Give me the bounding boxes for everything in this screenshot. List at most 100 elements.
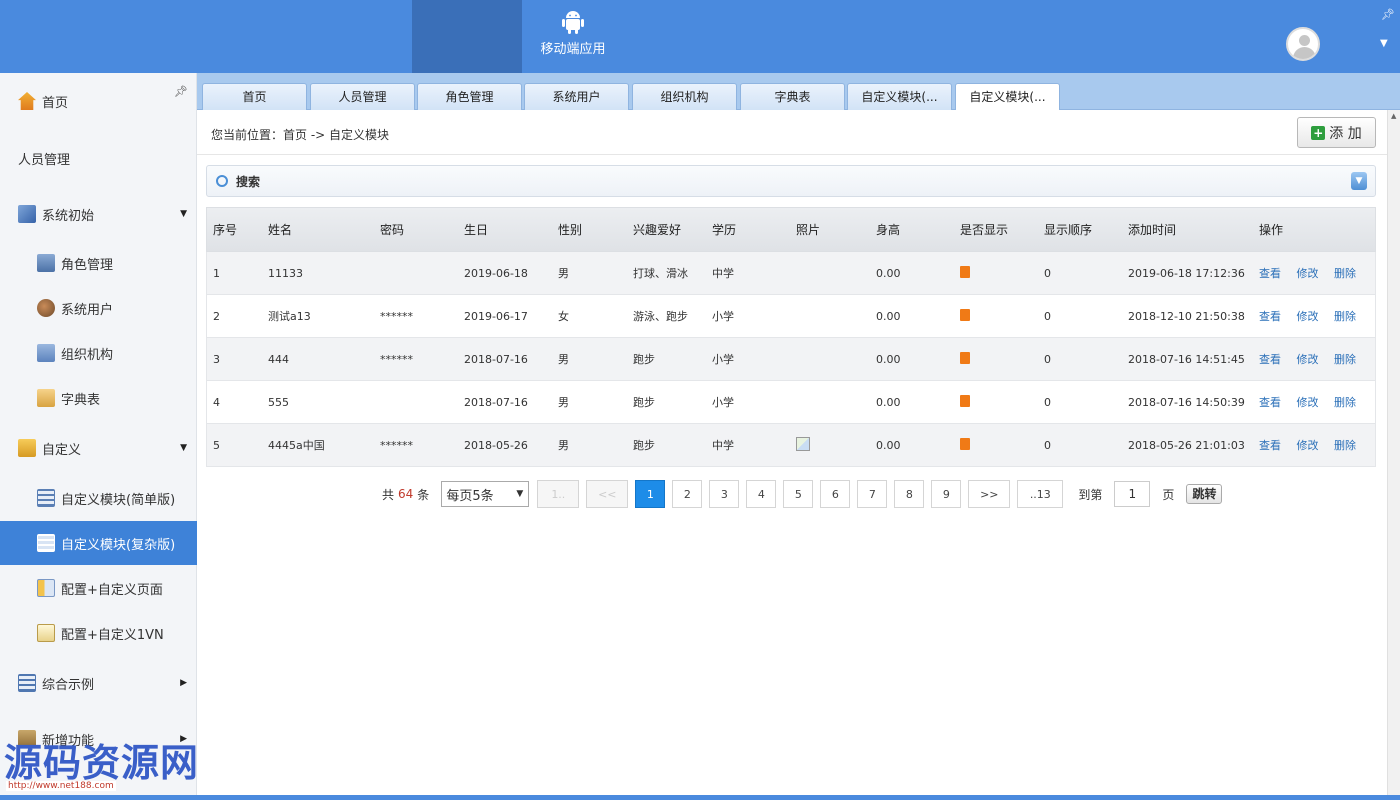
goto-page-input[interactable]: 1 [1114,481,1151,507]
tab-personnel[interactable]: 人员管理 [310,83,415,110]
sidebar-item-label: 系统用户 [61,302,114,318]
total-suffix: 条 [417,487,430,502]
watermark-text: 源码资源网 [4,740,200,785]
col-header[interactable]: 生日 [458,221,552,238]
tab-dictionary[interactable]: 字典表 [740,83,845,110]
page-button[interactable]: 4 [746,480,777,508]
expand-icon[interactable]: ▼ [1351,172,1367,190]
col-header[interactable]: 序号 [207,221,262,238]
sidebar-item-label: 自定义 [42,442,82,458]
chevron-down-icon: ▼ [180,443,187,453]
sidebar-item-custom-simple[interactable]: 自定义模块(简单版) [0,476,197,520]
flag-icon [960,437,970,450]
bottom-bar [0,795,1400,800]
col-header[interactable]: 兴趣爱好 [627,221,706,238]
flag-icon [960,351,970,364]
edit-link[interactable]: 修改 [1297,396,1319,409]
page-button[interactable]: 5 [783,480,814,508]
view-link[interactable]: 查看 [1259,396,1281,409]
delete-link[interactable]: 删除 [1334,267,1356,280]
page-button[interactable]: 2 [672,480,703,508]
cell-seq: 5 [213,438,220,452]
view-link[interactable]: 查看 [1259,310,1281,323]
sidebar-item-home[interactable]: 首页 [0,79,197,123]
table-row[interactable]: 1 11133 2019-06-18 男 打球、滑冰 中学 0.00 0 201… [206,252,1376,295]
page-button[interactable]: 7 [857,480,888,508]
cell-show [954,308,1038,324]
vertical-scrollbar[interactable]: ▲ [1387,110,1400,800]
search-panel-header[interactable]: 搜索 ▼ [206,165,1376,197]
view-link[interactable]: 查看 [1259,439,1281,452]
table-icon [18,674,36,692]
page-size-select[interactable]: 每页5条 ▼ [441,481,530,507]
table-row[interactable]: 3 444 ****** 2018-07-16 男 跑步 小学 0.00 0 2… [206,338,1376,381]
sidebar-item-organization[interactable]: 组织机构 [0,331,197,375]
delete-link[interactable]: 删除 [1334,353,1356,366]
tab-custom-complex[interactable]: 自定义模块(... [955,83,1060,111]
col-header[interactable]: 学历 [706,221,790,238]
table-row[interactable]: 4 555 2018-07-16 男 跑步 小学 0.00 0 2018-07-… [206,381,1376,424]
col-header[interactable]: 照片 [790,221,870,238]
jump-button[interactable]: 跳转 [1186,484,1223,504]
sidebar-item-custom-complex[interactable]: 自定义模块(复杂版) [0,521,197,565]
pin-icon[interactable]: 📌︎ [1381,8,1395,21]
sidebar-item-role-management[interactable]: 角色管理 [0,241,197,285]
prev-page-button[interactable]: << [586,480,629,508]
add-button[interactable]: + 添 加 [1297,117,1376,148]
user-avatar[interactable] [1286,27,1320,61]
sidebar-item-examples[interactable]: 综合示例 ▶ [0,661,197,705]
cell-name: 测试a13 [268,310,311,323]
col-header[interactable]: 身高 [870,221,954,238]
col-header[interactable]: 添加时间 [1122,221,1253,238]
page-button[interactable]: 3 [709,480,740,508]
header-tab-placeholder[interactable] [412,0,522,73]
col-header[interactable]: 是否显示 [954,221,1038,238]
sidebar-item-personnel[interactable]: 人员管理 [0,136,197,180]
sidebar-item-config-custom-1vn[interactable]: 配置+自定义1VN [0,611,197,655]
tab-role-management[interactable]: 角色管理 [417,83,522,110]
sidebar-item-config-custom-page[interactable]: 配置+自定义页面 [0,566,197,610]
col-header[interactable]: 性别 [552,221,627,238]
image-placeholder-icon[interactable] [796,436,810,451]
col-header[interactable]: 显示顺序 [1038,221,1122,238]
page-button[interactable]: 1 [635,480,666,508]
cell-education: 中学 [712,267,734,280]
user-menu-caret-icon[interactable]: ▼ [1380,38,1388,49]
tab-home[interactable]: 首页 [202,83,307,110]
table-row[interactable]: 2 测试a13 ****** 2019-06-17 女 游泳、跑步 小学 0.0… [206,295,1376,338]
scroll-up-icon[interactable]: ▲ [1391,112,1396,120]
cell-password: ****** [380,352,413,366]
edit-link[interactable]: 修改 [1297,353,1319,366]
first-page-button[interactable]: 1.. [537,480,580,508]
view-link[interactable]: 查看 [1259,353,1281,366]
last-page-button[interactable]: ..13 [1017,480,1064,508]
table-header: 序号 姓名 密码 生日 性别 兴趣爱好 学历 照片 身高 是否显示 显示顺序 添… [206,207,1376,252]
edit-link[interactable]: 修改 [1297,439,1319,452]
col-header[interactable]: 密码 [374,221,458,238]
tab-organization[interactable]: 组织机构 [632,83,737,110]
delete-link[interactable]: 删除 [1334,439,1356,452]
edit-link[interactable]: 修改 [1297,267,1319,280]
sidebar-item-dictionary[interactable]: 字典表 [0,376,197,420]
cell-name: 11133 [268,266,303,280]
next-page-button[interactable]: >> [968,480,1011,508]
add-button-label: 添 加 [1329,125,1362,142]
edit-link[interactable]: 修改 [1297,310,1319,323]
cell-actions: 查看 修改 删除 [1253,265,1365,281]
delete-link[interactable]: 删除 [1334,310,1356,323]
sidebar-item-system-users[interactable]: 系统用户 [0,286,197,330]
view-link[interactable]: 查看 [1259,267,1281,280]
tab-system-users[interactable]: 系统用户 [524,83,629,110]
page-button[interactable]: 6 [820,480,851,508]
sidebar-item-custom[interactable]: 自定义 ▼ [0,426,197,470]
col-header[interactable]: 姓名 [262,221,374,238]
delete-link[interactable]: 删除 [1334,396,1356,409]
tab-custom-simple[interactable]: 自定义模块(... [847,83,952,110]
page-button[interactable]: 9 [931,480,962,508]
mobile-app-button[interactable]: 移动端应用 [522,0,624,73]
cell-gender: 男 [558,396,569,409]
cell-birthday: 2018-05-26 [464,438,528,452]
table-row[interactable]: 5 4445a中国 ****** 2018-05-26 男 跑步 中学 0.00… [206,424,1376,467]
sidebar-item-system-init[interactable]: 系统初始 ▼ [0,192,197,236]
page-button[interactable]: 8 [894,480,925,508]
